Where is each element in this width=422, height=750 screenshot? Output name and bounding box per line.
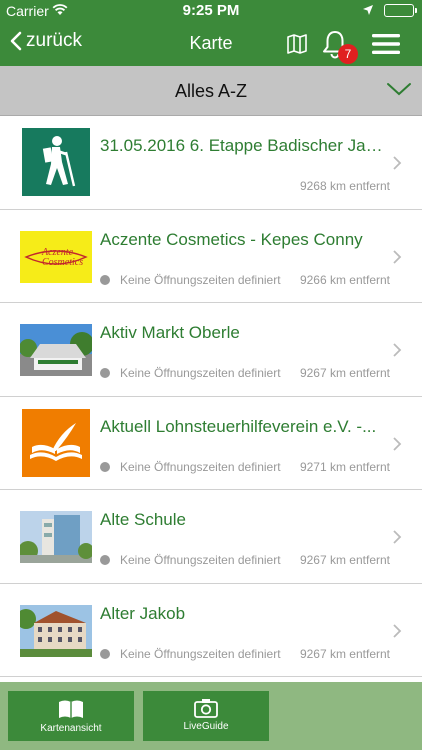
list-item[interactable]: Aczente Cosmetics Aczente Cosmetics - Ke… [0, 209, 422, 303]
chevron-left-icon [10, 31, 22, 51]
item-name: Aczente Cosmetics - Kepes Conny [100, 229, 363, 249]
chevron-right-icon [393, 343, 402, 357]
status-bar: Carrier 9:25 PM [0, 0, 422, 22]
item-name: Alter Jakob [100, 603, 186, 623]
item-distance: 9267 km entfernt [299, 553, 390, 567]
item-name: Aktiv Markt Oberle [100, 323, 240, 342]
opening-hours-status: Keine Öffnungszeiten definiert [100, 273, 281, 287]
back-label: zurück [26, 30, 82, 51]
map-view-button[interactable] [285, 32, 309, 56]
list-item[interactable]: Alter Jakob Keine Öffnungszeiten definie… [0, 583, 422, 677]
book-logo [22, 408, 90, 477]
chevron-right-icon [393, 156, 402, 170]
school-photo [20, 511, 92, 563]
hiker-icon [22, 128, 90, 196]
status-dot [100, 274, 110, 285]
item-distance: 9266 km entfernt [299, 272, 390, 287]
open-map-icon [59, 700, 83, 718]
filter-label: Alles A-Z [174, 81, 248, 101]
item-distance: 9271 km entfernt [299, 459, 390, 474]
opening-hours-status: Keine Öffnungszeiten definiert [100, 647, 281, 661]
item-name: Alte Schule [100, 510, 186, 529]
chevron-right-icon [393, 530, 402, 544]
list-item[interactable]: 31.05.2016 6. Etappe Badischer Jak... 92… [0, 116, 422, 210]
status-dot [100, 461, 110, 472]
status-time: 9:25 PM [182, 2, 240, 19]
book-feather-icon [22, 408, 90, 477]
chevron-right-icon [393, 436, 402, 451]
liveguide-tab-label: LiveGuide [183, 721, 229, 732]
aczente-logo: Aczente Cosmetics [20, 230, 92, 283]
item-distance: 9267 km entfernt [299, 646, 390, 661]
opening-hours-status: Keine Öffnungszeiten definiert [100, 366, 281, 380]
menu-button[interactable] [372, 32, 400, 56]
battery-icon [384, 4, 417, 17]
liveguide-tab-button[interactable]: LiveGuide [143, 691, 269, 741]
item-name: Aktuell Lohnsteuerhilfeverein e.V. -... [100, 416, 377, 436]
status-dot [100, 555, 110, 565]
item-distance: 9268 km entfernt [299, 179, 390, 193]
market-photo [20, 324, 92, 376]
chevron-down-icon [387, 83, 411, 96]
building-photo [20, 604, 92, 657]
svg-text:Cosmetics: Cosmetics [42, 257, 83, 268]
poi-list: 31.05.2016 6. Etappe Badischer Jak... 92… [0, 116, 422, 682]
camera-icon [194, 699, 218, 718]
map-icon [287, 34, 307, 54]
back-button[interactable]: zurück [10, 30, 82, 52]
opening-hours-status: Keine Öffnungszeiten definiert [100, 553, 281, 567]
list-item[interactable]: Alte Schule Keine Öffnungszeiten definie… [0, 490, 422, 584]
item-name: 31.05.2016 6. Etappe Badischer Jak... [100, 136, 385, 155]
hamburger-menu-icon [372, 34, 400, 54]
map-view-tab-label: Kartenansicht [40, 723, 102, 734]
map-view-tab-button[interactable]: Kartenansicht [8, 691, 134, 741]
item-distance: 9267 km entfernt [299, 366, 390, 380]
nav-bar: zurück Karte 7 [0, 22, 422, 66]
location-arrow-icon [362, 3, 374, 19]
status-dot [100, 648, 110, 659]
chevron-right-icon [393, 249, 402, 264]
bottom-toolbar: Kartenansicht LiveGuide [0, 682, 422, 750]
list-item[interactable]: Aktuell Lohnsteuerhilfeverein e.V. -... … [0, 396, 422, 490]
chevron-right-icon [393, 623, 402, 638]
notification-badge: 7 [338, 44, 358, 64]
sort-filter-dropdown[interactable]: Alles A-Z [0, 66, 422, 116]
list-item[interactable]: Aktiv Markt Oberle Keine Öffnungszeiten … [0, 303, 422, 397]
hiker-thumbnail [22, 128, 90, 196]
status-dot [100, 368, 110, 378]
opening-hours-status: Keine Öffnungszeiten definiert [100, 460, 281, 474]
